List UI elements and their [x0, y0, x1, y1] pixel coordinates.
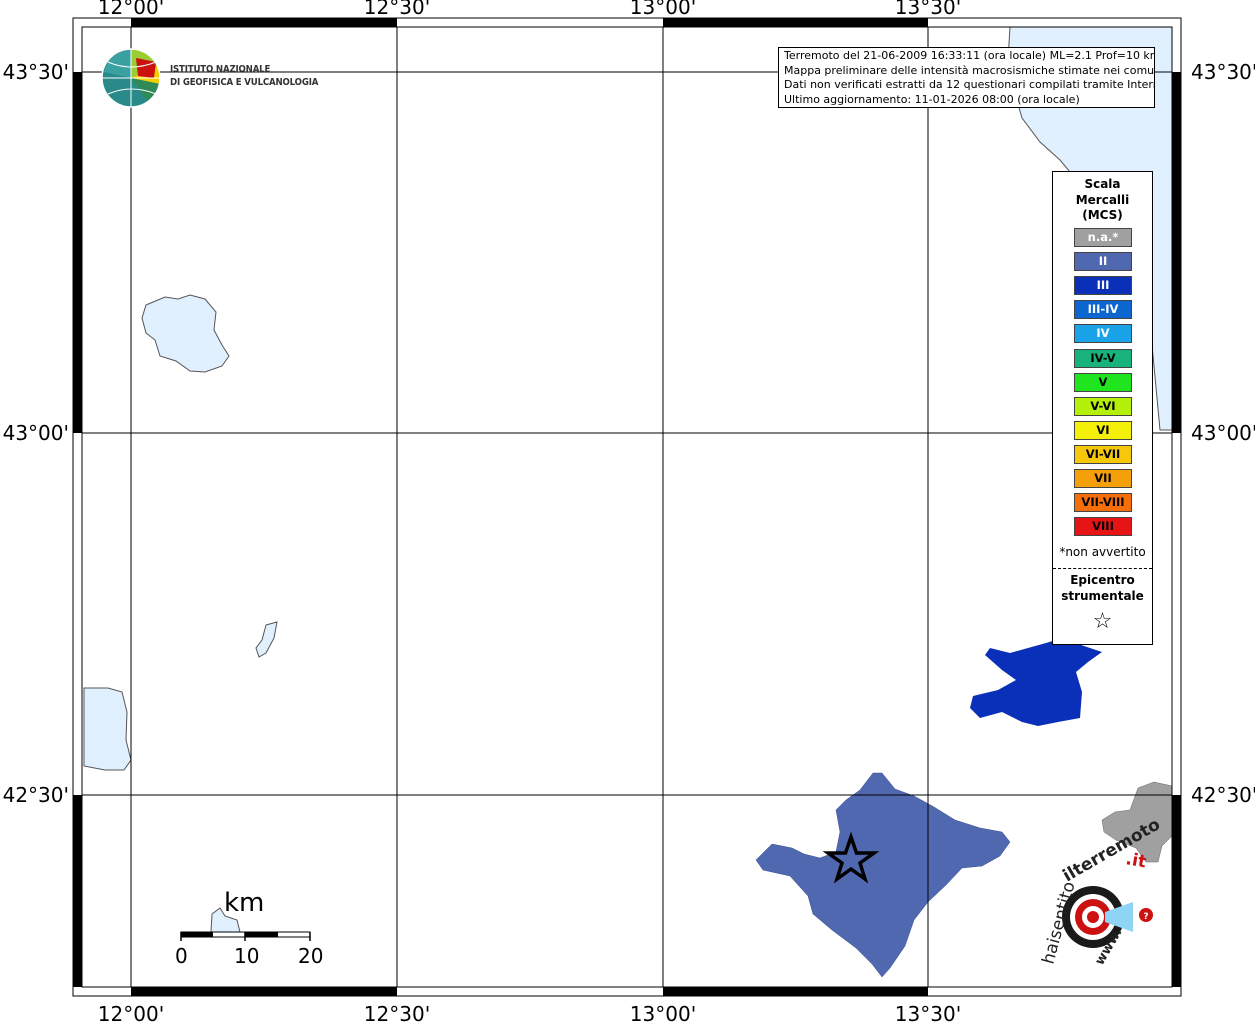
legend-item: VII	[1074, 469, 1132, 488]
bottom-tick-label: 13°00'	[630, 1002, 696, 1024]
area-intensity-II	[755, 772, 1011, 978]
ingv-line-1: ISTITUTO NAZIONALE	[170, 64, 271, 75]
legend-title-3: (MCS)	[1082, 208, 1123, 222]
scale-bar-label: 10	[234, 944, 260, 968]
legend-item: VIII	[1074, 517, 1132, 537]
legend-title: Scala Mercalli (MCS)	[1053, 177, 1152, 224]
legend-epi-1: Epicentro	[1070, 573, 1135, 587]
left-tick-label: 43°00'	[3, 421, 69, 445]
legend-separator	[1053, 568, 1152, 569]
legend-item: IV	[1074, 324, 1132, 344]
info-line-3: Dati non verificati estratti da 12 quest…	[784, 78, 1155, 91]
legend-title-2: Mercalli	[1075, 192, 1130, 207]
right-tick-label: 43°00'	[1191, 421, 1255, 445]
legend-item: VI	[1074, 420, 1132, 440]
lake-trasimeno	[141, 294, 230, 373]
right-tick-label: 42°30'	[1191, 783, 1255, 807]
ingv-logo-text: ISTITUTO NAZIONALE DI GEOFISICA E VULCAN…	[170, 64, 318, 89]
legend-item: n.a.*	[1074, 228, 1132, 247]
top-tick-label: 13°00'	[630, 0, 696, 19]
watermark-logo: ? haisentito ilterremoto .it www.	[1039, 815, 1164, 968]
scale-bar-unit: km	[224, 888, 265, 918]
bottom-tick-label: 13°30'	[895, 1002, 961, 1024]
top-tick-label: 13°30'	[895, 0, 961, 19]
scale-bar-label: 0	[175, 944, 188, 968]
intensity-legend: Scala Mercalli (MCS) n.a.* II III III-IV IV I…	[1052, 171, 1153, 645]
map-frame	[72, 17, 1182, 997]
info-line-1: Terremoto del 21-06-2009 16:33:11 (ora l…	[784, 49, 1155, 62]
lake-bolsena	[83, 687, 132, 771]
legend-epi-2: strumentale	[1061, 589, 1144, 603]
ingv-line-2: DI GEOFISICA E VULCANOLOGIA	[170, 76, 319, 88]
legend-epicenter-label: Epicentro strumentale	[1053, 572, 1152, 604]
top-tick-label: 12°30'	[364, 0, 430, 19]
info-box: Terremoto del 21-06-2009 16:33:11 (ora l…	[778, 47, 1155, 108]
bottom-tick-label: 12°00'	[98, 1002, 164, 1024]
info-line-4: Ultimo aggiornamento: 11-01-2026 08:00 (…	[784, 92, 1080, 106]
scale-bar	[180, 931, 311, 941]
legend-item: IV-V	[1074, 348, 1132, 368]
bottom-tick-label: 12°30'	[364, 1002, 430, 1024]
scale-bar-label: 20	[298, 944, 324, 968]
legend-item: V-VI	[1074, 396, 1132, 416]
svg-text:?: ?	[1143, 912, 1148, 922]
legend-note: *non avvertito	[1059, 545, 1146, 559]
area-intensity-III	[970, 638, 1102, 726]
left-tick-label: 43°30'	[3, 60, 69, 84]
star-icon: ☆	[1092, 609, 1113, 634]
top-tick-label: 12°00'	[98, 0, 164, 19]
left-tick-label: 42°30'	[3, 783, 69, 807]
legend-item: III	[1074, 276, 1132, 296]
legend-item: VI-VII	[1074, 444, 1132, 464]
watermark-text-3: .it	[1124, 849, 1148, 872]
info-line-2: Mappa preliminare delle intensità macros…	[784, 63, 1155, 77]
legend-title-1: Scala	[1084, 177, 1121, 191]
right-tick-label: 43°30'	[1191, 60, 1255, 84]
legend-item: VII-VIII	[1074, 493, 1132, 513]
legend-item: V	[1074, 372, 1132, 392]
lake-small	[255, 621, 278, 658]
legend-item: III-IV	[1074, 300, 1132, 320]
legend-item: II	[1074, 252, 1132, 272]
ingv-logo-icon	[101, 48, 161, 108]
